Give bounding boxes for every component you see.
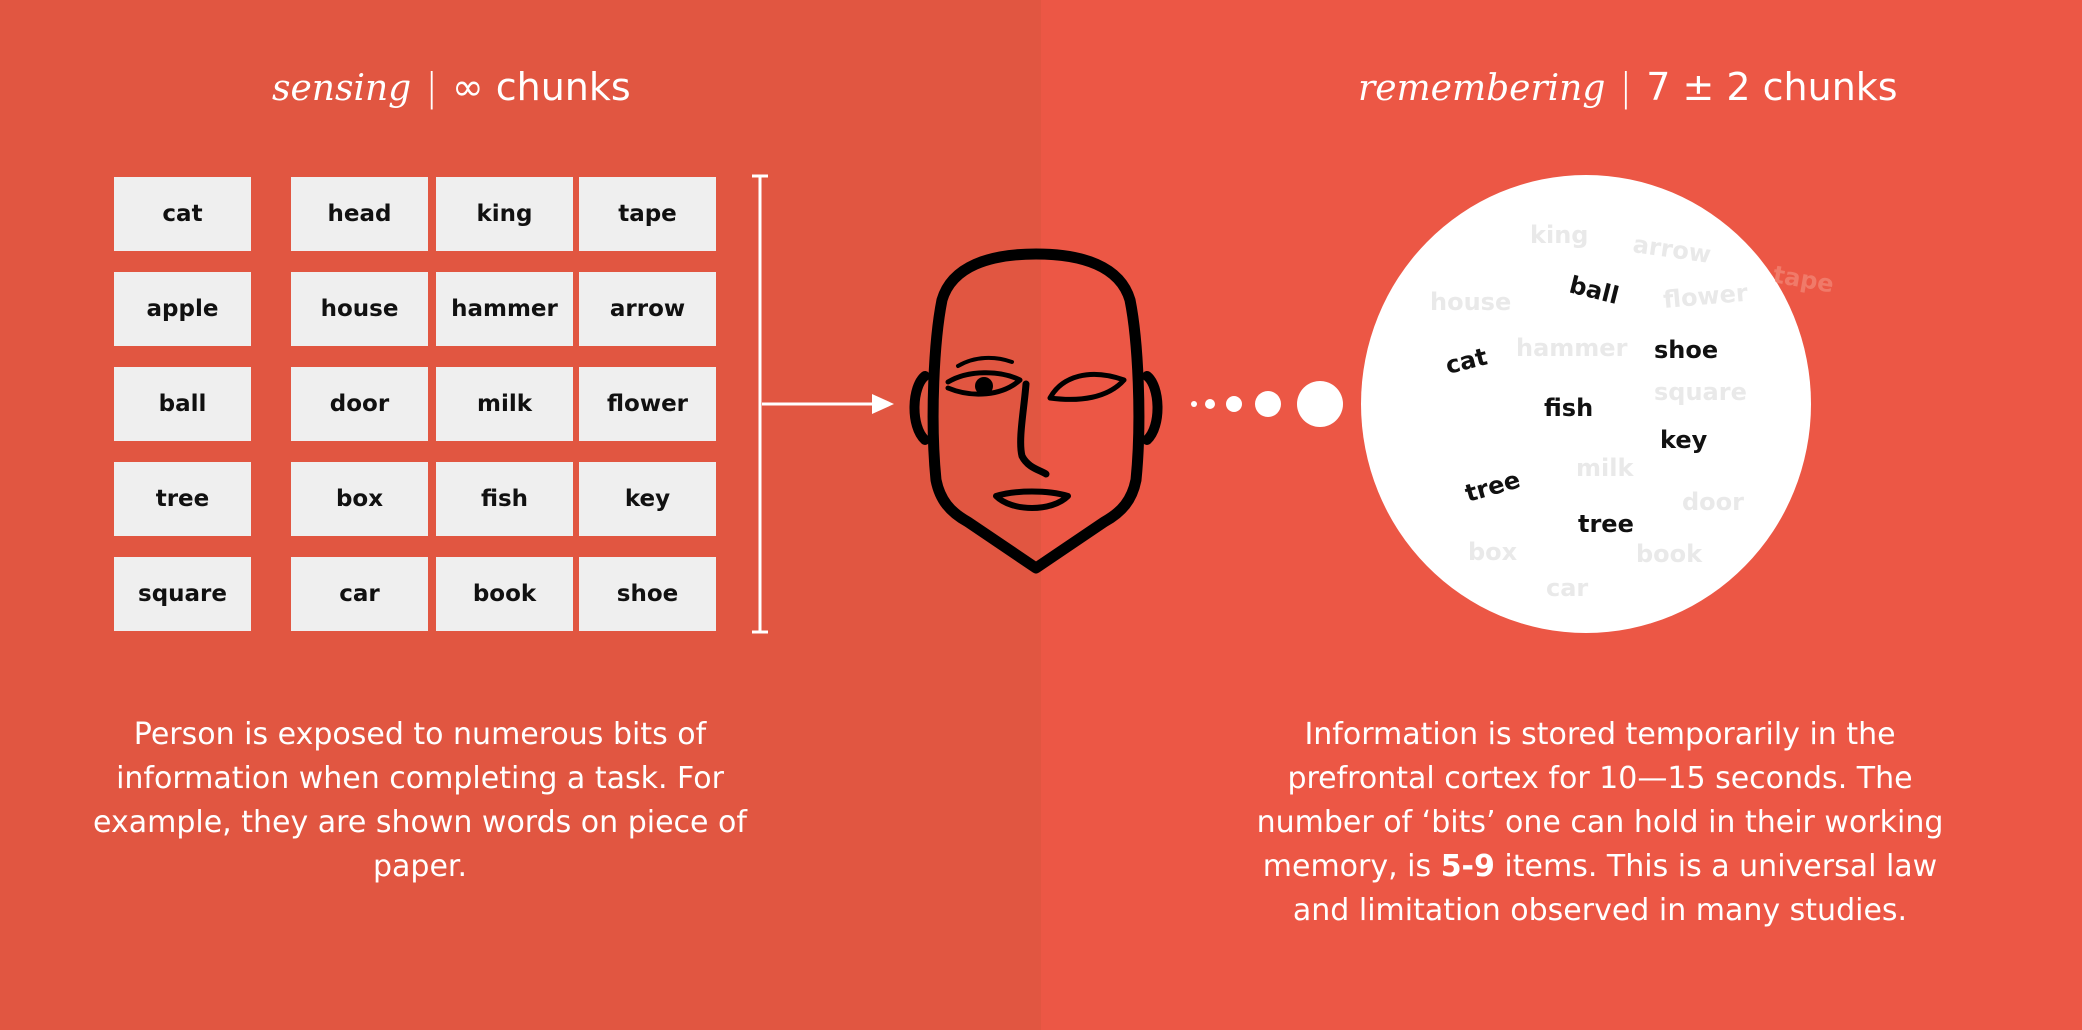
- faded-word: square: [1654, 378, 1747, 406]
- kept-word: shoe: [1654, 336, 1718, 364]
- kept-word: key: [1660, 426, 1708, 454]
- sensing-description: Person is exposed to numerous bits of in…: [93, 717, 747, 884]
- remembering-description: Information is stored temporarily in the…: [1230, 713, 1970, 933]
- faded-word: house: [1430, 288, 1511, 316]
- faded-word: king: [1530, 221, 1588, 249]
- faded-word: box: [1468, 538, 1518, 566]
- kept-word: fish: [1544, 394, 1593, 422]
- thought-dots-icon: [1191, 381, 1343, 427]
- faded-word: hammer: [1516, 334, 1628, 362]
- kept-word: tree: [1578, 510, 1634, 538]
- faded-word: book: [1636, 540, 1703, 568]
- face-icon: [909, 248, 1163, 574]
- remembering-description-highlight: 5-9: [1440, 849, 1495, 884]
- faded-word: car: [1546, 574, 1588, 602]
- faded-word: milk: [1576, 454, 1634, 482]
- faded-word: door: [1682, 488, 1744, 516]
- arrow-icon: [762, 394, 894, 414]
